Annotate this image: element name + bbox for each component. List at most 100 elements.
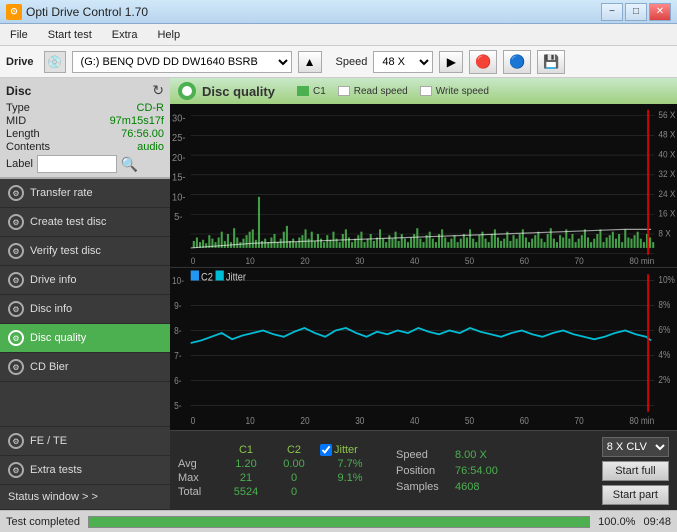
close-button[interactable]: ✕ [649, 3, 671, 21]
max-c2: 0 [272, 472, 316, 484]
legend-write-label: Write speed [436, 86, 489, 97]
drive-icon: 💿 [44, 51, 66, 73]
svg-text:40 X: 40 X [658, 149, 675, 160]
start-part-button[interactable]: Start part [602, 485, 669, 505]
transfer-rate-label: Transfer rate [30, 187, 93, 199]
drive-info-label: Drive info [30, 274, 76, 286]
sidebar-item-transfer-rate[interactable]: ⚙ Transfer rate [0, 179, 170, 208]
app-title: Opti Drive Control 1.70 [26, 5, 148, 19]
cd-bler-label: CD Bier [30, 361, 69, 373]
svg-text:30: 30 [355, 256, 364, 267]
svg-text:30-: 30- [172, 113, 185, 125]
disc-panel-title: Disc [6, 84, 31, 98]
label-input[interactable] [37, 155, 117, 173]
jitter-col-label: Jitter [334, 444, 358, 456]
speed-pos-samples: Speed 8.00 X Position 76:54.00 Samples 4… [396, 449, 498, 493]
label-search-icon[interactable]: 🔍 [121, 156, 138, 173]
maximize-button[interactable]: □ [625, 3, 647, 21]
svg-text:10-: 10- [172, 275, 184, 286]
verify-test-disc-label: Verify test disc [30, 245, 101, 257]
chart2-container: 10- 9- 8- 7- 6- 5- 10% 8% 6% 4% 2% 0 10 … [170, 268, 677, 431]
type-label: Type [6, 102, 30, 114]
extra-tests-icon: ⚙ [8, 462, 24, 478]
status-bar: Test completed 100.0% 09:48 [0, 510, 677, 532]
sidebar-item-verify-test-disc[interactable]: ⚙ Verify test disc [0, 237, 170, 266]
svg-text:6%: 6% [658, 324, 670, 335]
svg-text:10-: 10- [172, 192, 185, 204]
label-label: Label [6, 158, 33, 170]
menu-extra[interactable]: Extra [106, 27, 144, 43]
menu-start-test[interactable]: Start test [42, 27, 98, 43]
clv-select[interactable]: 8 X CLV [602, 437, 669, 457]
menu-help[interactable]: Help [151, 27, 186, 43]
disc-quality-label: Disc quality [30, 332, 86, 344]
drive-eject-button[interactable]: ▲ [298, 51, 322, 73]
time-label: 09:48 [643, 516, 671, 528]
disc-quality-icon: ⚙ [8, 330, 24, 346]
svg-text:8 X: 8 X [658, 228, 671, 239]
svg-text:9-: 9- [174, 300, 181, 311]
svg-text:20: 20 [300, 256, 309, 267]
samples-val: 4608 [455, 481, 479, 493]
svg-text:20-: 20- [172, 152, 185, 164]
speed-go-button[interactable]: ▶ [439, 51, 463, 73]
sidebar-item-fe-te[interactable]: ⚙ FE / TE [0, 426, 170, 456]
position-key: Position [396, 465, 451, 477]
speed-label: Speed [336, 56, 368, 68]
disc-info-panel: Disc ↻ Type CD-R MID 97m15s17f Length 76… [0, 78, 170, 179]
main-layout: Disc ↻ Type CD-R MID 97m15s17f Length 76… [0, 78, 677, 510]
svg-text:60: 60 [520, 415, 529, 426]
svg-text:50: 50 [465, 256, 474, 267]
app-icon: ⊙ [6, 4, 22, 20]
window-controls: − □ ✕ [601, 3, 671, 21]
svg-text:8-: 8- [174, 325, 181, 336]
legend-read-color [338, 86, 350, 96]
svg-text:30: 30 [355, 415, 364, 426]
svg-text:16 X: 16 X [658, 208, 675, 219]
sidebar: Disc ↻ Type CD-R MID 97m15s17f Length 76… [0, 78, 170, 510]
svg-text:32 X: 32 X [658, 169, 675, 180]
status-window-item[interactable]: Status window > > [0, 485, 170, 510]
dq-title: Disc quality [202, 84, 275, 99]
chart1-container: 30- 25- 20- 15- 10- 5- 56 X 48 X 40 X 32… [170, 104, 677, 268]
save-button[interactable]: 💾 [537, 50, 565, 74]
start-buttons: 8 X CLV Start full Start part [602, 437, 669, 505]
action-btn-1[interactable]: 🔴 [469, 50, 497, 74]
svg-text:56 X: 56 X [658, 109, 675, 120]
menu-file[interactable]: File [4, 27, 34, 43]
legend-write-speed: Write speed [420, 86, 489, 97]
drive-select[interactable]: (G:) BENQ DVD DD DW1640 BSRB [72, 51, 292, 73]
progress-label: 100.0% [598, 516, 635, 528]
dq-header-icon [178, 82, 196, 100]
create-test-disc-label: Create test disc [30, 216, 106, 228]
disc-refresh-icon[interactable]: ↻ [152, 82, 164, 99]
svg-text:0: 0 [191, 415, 196, 426]
sidebar-item-disc-quality[interactable]: ⚙ Disc quality [0, 324, 170, 353]
sidebar-item-disc-info[interactable]: ⚙ Disc info [0, 295, 170, 324]
col-c2-header: C2 [272, 444, 316, 456]
drive-label: Drive [6, 56, 34, 68]
jitter-checkbox[interactable] [320, 444, 332, 456]
speed-select[interactable]: 48 X [373, 51, 433, 73]
start-full-button[interactable]: Start full [602, 461, 669, 481]
contents-value: audio [137, 141, 164, 153]
sidebar-item-extra-tests[interactable]: ⚙ Extra tests [0, 456, 170, 485]
total-c2: 0 [272, 486, 316, 498]
avg-jitter: 7.7% [320, 458, 380, 470]
sidebar-item-cd-bler[interactable]: ⚙ CD Bier [0, 353, 170, 382]
sidebar-item-drive-info[interactable]: ⚙ Drive info [0, 266, 170, 295]
legend-c1-color [297, 86, 309, 96]
transfer-rate-icon: ⚙ [8, 185, 24, 201]
avg-c2: 0.00 [272, 458, 316, 470]
chart1-svg: 30- 25- 20- 15- 10- 5- 56 X 48 X 40 X 32… [170, 104, 677, 267]
action-btn-2[interactable]: 🔵 [503, 50, 531, 74]
mid-label: MID [6, 115, 26, 127]
type-value: CD-R [137, 102, 165, 114]
sidebar-item-create-test-disc[interactable]: ⚙ Create test disc [0, 208, 170, 237]
minimize-button[interactable]: − [601, 3, 623, 21]
svg-text:20: 20 [300, 415, 309, 426]
drive-bar: Drive 💿 (G:) BENQ DVD DD DW1640 BSRB ▲ S… [0, 46, 677, 78]
svg-text:0: 0 [191, 256, 196, 267]
legend-read-speed: Read speed [338, 86, 408, 97]
total-c1: 5524 [224, 486, 268, 498]
